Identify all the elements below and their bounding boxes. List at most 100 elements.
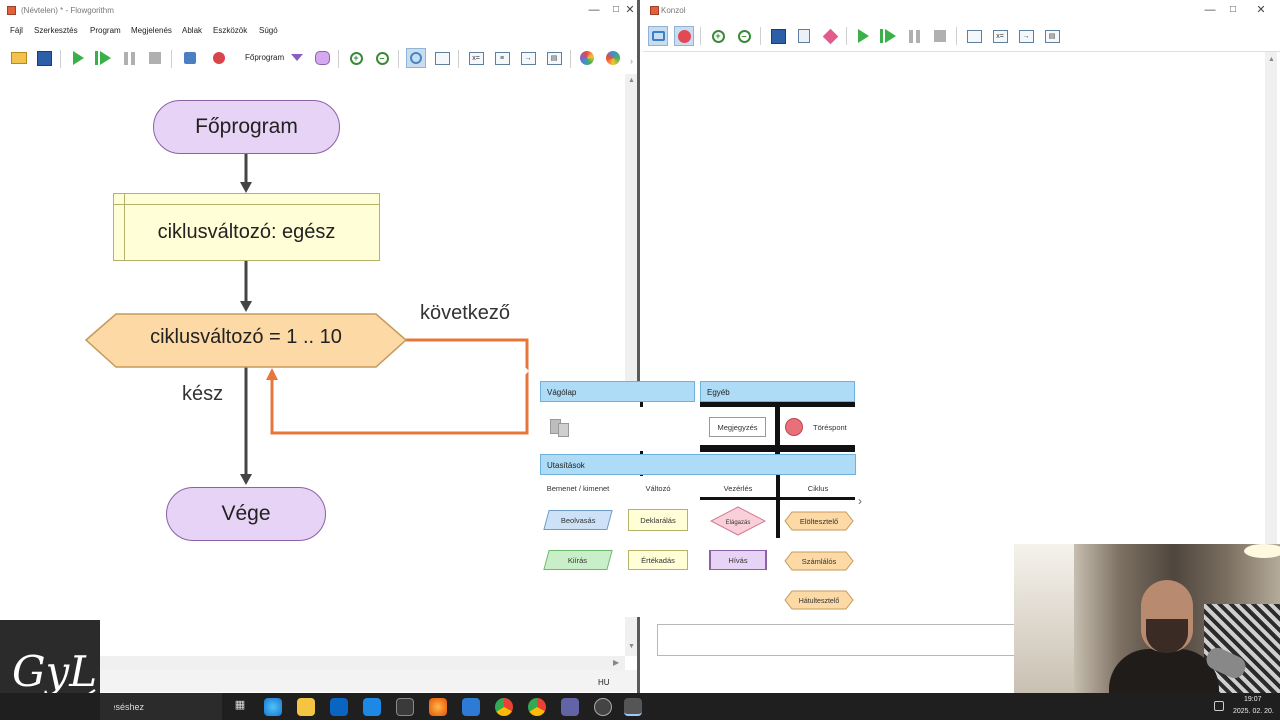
console-maximize-button[interactable]: □	[1221, 2, 1245, 18]
menu-view[interactable]: Megjelenés	[131, 26, 172, 35]
shape-palette-popup: Vágólap Egyéb Megjegyzés Töréspont Utasí…	[540, 381, 862, 617]
code-window-icon[interactable]: ▤	[544, 48, 564, 68]
menu-program[interactable]: Program	[90, 26, 121, 35]
end-label: Vége	[221, 502, 271, 525]
console-run-icon[interactable]	[853, 26, 873, 46]
copy-icon[interactable]	[794, 26, 814, 46]
clear-icon[interactable]	[820, 26, 840, 46]
menu-tools[interactable]: Eszközök	[213, 26, 247, 35]
record-icon[interactable]	[674, 26, 694, 46]
close-button[interactable]: ✕	[618, 2, 642, 18]
color-scheme-icon[interactable]	[577, 48, 597, 68]
zoom-out-icon[interactable]: –	[372, 48, 392, 68]
style-icon[interactable]	[603, 48, 623, 68]
taskbar: Írjon ide a kereséshez ▦ 19:07 2025. 02.…	[0, 693, 1280, 720]
console-step-icon[interactable]	[878, 26, 898, 46]
open-icon[interactable]	[9, 48, 29, 68]
chart-window-icon[interactable]: ≡	[492, 48, 512, 68]
title-bar: (Névtelen) * - Flowgorithm — □ ✕	[0, 0, 637, 21]
chevron-right-icon[interactable]: ›	[858, 494, 862, 508]
minimize-button[interactable]: —	[582, 2, 606, 18]
clock-date: 2025. 02. 20.	[1233, 708, 1274, 715]
done-label: kész	[182, 383, 224, 405]
end-terminal[interactable]: Vége	[166, 487, 326, 541]
search-box[interactable]: Írjon ide a kereséshez	[100, 693, 222, 720]
zoom-in-icon[interactable]: +	[346, 48, 366, 68]
chrome-profile-icon[interactable]	[528, 698, 546, 716]
menu-bar: Fájl Szerkesztés Program Megjelenés Abla…	[0, 21, 637, 39]
file-explorer-icon[interactable]	[297, 698, 315, 716]
console-close-button[interactable]: ✕	[1249, 2, 1273, 18]
app-icon-5[interactable]	[363, 698, 381, 716]
console-pause-icon[interactable]	[904, 26, 924, 46]
pen-icon[interactable]	[1214, 701, 1224, 711]
firefox-icon[interactable]	[429, 698, 447, 716]
if-shape[interactable]: Elágazás	[710, 506, 766, 536]
statements-header: Utasítások	[540, 454, 856, 475]
start-terminal[interactable]: Főprogram	[153, 100, 340, 154]
if-label: Elágazás	[726, 520, 751, 526]
pause-icon[interactable]	[119, 48, 139, 68]
declare-shape[interactable]: Deklarálás	[628, 509, 688, 531]
menu-window[interactable]: Ablak	[182, 26, 202, 35]
comment-shape[interactable]: Megjegyzés	[709, 417, 766, 437]
console-variables-icon[interactable]: x=	[990, 26, 1010, 46]
console-zoom-out-icon[interactable]: –	[734, 26, 754, 46]
run-icon[interactable]	[68, 48, 88, 68]
input-shape[interactable]: Beolvasás	[543, 510, 613, 530]
step-icon[interactable]	[93, 48, 113, 68]
declaration-block[interactable]: ciklusváltozó: egész	[113, 193, 380, 261]
breakpoint-icon[interactable]	[785, 418, 803, 436]
console-layout-icon[interactable]	[964, 26, 984, 46]
chevron-down-icon[interactable]	[291, 54, 303, 61]
flowgorithm-taskbar-icon[interactable]	[624, 698, 642, 716]
chat-view-icon[interactable]	[648, 26, 668, 46]
speed-icon[interactable]	[180, 48, 200, 68]
control-column-header: Vezérlés	[723, 484, 753, 493]
output-shape[interactable]: Kiírás	[543, 550, 613, 570]
loop-text: ciklusváltozó = 1 .. 10	[150, 326, 342, 348]
edge-icon[interactable]	[264, 698, 282, 716]
console-input-field[interactable]	[657, 624, 1029, 656]
toolbar-overflow-icon[interactable]: ›	[630, 56, 633, 66]
console-stop-icon[interactable]	[930, 26, 950, 46]
tasks-icon[interactable]	[462, 698, 480, 716]
obs-icon[interactable]	[594, 698, 612, 716]
console-save-icon[interactable]	[768, 26, 788, 46]
clipboard-header: Vágólap	[540, 381, 695, 402]
menu-edit[interactable]: Szerkesztés	[34, 26, 78, 35]
layout-toggle-icon[interactable]	[406, 48, 426, 68]
store-icon[interactable]	[396, 698, 414, 716]
menu-file[interactable]: Fájl	[10, 26, 23, 35]
console-minimize-button[interactable]: —	[1198, 2, 1222, 18]
while-shape[interactable]: Elöltesztelő	[784, 511, 854, 531]
console-window-icon[interactable]: →	[518, 48, 538, 68]
teams-icon[interactable]	[561, 698, 579, 716]
do-shape[interactable]: Hátultesztelő	[784, 590, 854, 610]
stop-icon[interactable]	[145, 48, 165, 68]
for-shape[interactable]: Számlálós	[784, 551, 854, 571]
declaration-text: ciklusváltozó: egész	[157, 220, 336, 243]
outlook-icon[interactable]	[330, 698, 348, 716]
remove-breakpoints-icon[interactable]	[209, 48, 229, 68]
save-icon[interactable]	[34, 48, 54, 68]
console-zoom-in-icon[interactable]: +	[708, 26, 728, 46]
do-label: Hátultesztelő	[799, 598, 840, 605]
menu-help[interactable]: Súgó	[259, 26, 278, 35]
console-code-icon[interactable]: ▤	[1042, 26, 1062, 46]
window-title: (Névtelen) * - Flowgorithm	[21, 6, 114, 15]
call-shape[interactable]: Hívás	[709, 550, 767, 570]
chrome-icon[interactable]	[495, 698, 513, 716]
variables-window-icon[interactable]: x=	[466, 48, 486, 68]
task-view-icon[interactable]: ▦	[231, 698, 249, 716]
start-label: Főprogram	[195, 115, 298, 138]
source-view-icon[interactable]	[432, 48, 452, 68]
output-label: Kiírás	[568, 555, 588, 565]
assign-shape[interactable]: Értékadás	[628, 550, 688, 570]
other-header: Egyéb	[700, 381, 855, 402]
console-output-icon[interactable]: →	[1016, 26, 1036, 46]
function-select[interactable]: Főprogram	[245, 53, 284, 62]
next-label: következő	[420, 302, 511, 324]
console-title: Konzol	[661, 6, 686, 15]
functions-icon[interactable]	[312, 48, 332, 68]
